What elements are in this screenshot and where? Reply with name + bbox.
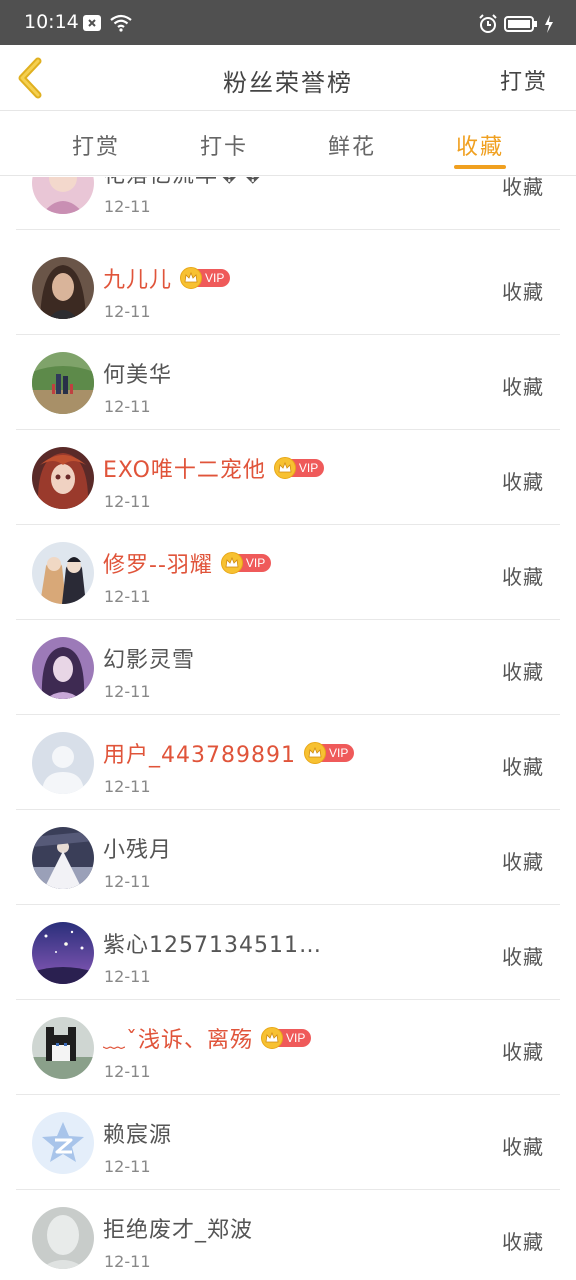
vip-badge: VIP: [261, 1027, 312, 1049]
avatar[interactable]: [32, 447, 94, 509]
date-label: 12-11: [104, 397, 151, 416]
avatar[interactable]: [32, 542, 94, 604]
list-item[interactable]: ﹏ˇ浅诉、离殇 VIP 12-11 收藏: [16, 1000, 560, 1095]
crown-icon: [261, 1027, 284, 1049]
active-tab-indicator: [454, 165, 506, 169]
notification-icon: [82, 14, 102, 36]
avatar[interactable]: [32, 257, 94, 319]
list-item[interactable]: EXO唯十二宠他 VIP 12-11 收藏: [16, 430, 560, 525]
avatar[interactable]: [32, 352, 94, 414]
avatar[interactable]: [32, 1112, 94, 1174]
vip-badge: VIP: [273, 457, 325, 479]
header: 粉丝荣誉榜 打赏: [0, 45, 576, 111]
tab-flowers[interactable]: 鲜花: [302, 129, 402, 161]
crown-icon: [220, 552, 243, 574]
user-name: 花落忆流年��: [103, 177, 265, 189]
list-item[interactable]: 用户_443789891 VIP 12-11 收藏: [16, 715, 560, 810]
date-label: 12-11: [104, 967, 151, 986]
tab-favorites[interactable]: 收藏: [430, 129, 530, 161]
fan-list: 花落忆流年��12-11收藏九儿儿VIP12-11收藏何美华12-11收藏EXO…: [0, 177, 576, 1280]
list-item[interactable]: 紫心1257134511… 12-11 收藏: [16, 905, 560, 1000]
list-item[interactable]: 花落忆流年�� 12-11 收藏: [16, 177, 560, 230]
action-label: 收藏: [502, 1230, 544, 1254]
reward-button[interactable]: 打赏: [500, 64, 548, 96]
list-item[interactable]: 幻影灵雪 12-11 收藏: [16, 620, 560, 715]
list-item[interactable]: 小残月 12-11 收藏: [16, 810, 560, 905]
vip-badge: VIP: [220, 552, 272, 574]
date-label: 12-11: [104, 682, 151, 701]
list-item[interactable]: 九儿儿 VIP 12-11 收藏: [16, 240, 560, 335]
list-item[interactable]: 拒绝废才_郑波 12-11 收藏: [16, 1190, 560, 1280]
date-label: 12-11: [104, 587, 151, 606]
user-name: 紫心1257134511…: [103, 933, 322, 958]
date-label: 12-11: [104, 1062, 151, 1081]
page-title: 粉丝荣誉榜: [223, 69, 353, 97]
date-label: 12-11: [104, 302, 151, 321]
action-label: 收藏: [502, 945, 544, 969]
action-label: 收藏: [502, 470, 544, 494]
user-name: 修罗--羽耀: [103, 553, 213, 578]
user-name: 九儿儿: [103, 268, 173, 293]
date-label: 12-11: [104, 1252, 151, 1271]
avatar[interactable]: [32, 922, 94, 984]
list-item[interactable]: 何美华 12-11 收藏: [16, 335, 560, 430]
date-label: 12-11: [104, 1157, 151, 1176]
crown-icon: [180, 267, 203, 289]
date-label: 12-11: [104, 197, 151, 216]
user-name: 拒绝废才_郑波: [103, 1218, 254, 1243]
action-label: 收藏: [502, 850, 544, 874]
action-label: 收藏: [502, 375, 544, 399]
list-item[interactable]: 修罗--羽耀 VIP 12-11 收藏: [16, 525, 560, 620]
date-label: 12-11: [104, 492, 151, 511]
vip-badge: VIP: [303, 742, 355, 764]
date-label: 12-11: [104, 777, 151, 796]
avatar[interactable]: [32, 637, 94, 699]
user-name: 用户_443789891: [103, 743, 296, 768]
user-name: 赖宸源: [103, 1123, 173, 1148]
user-name: 幻影灵雪: [103, 648, 196, 673]
tab-checkin[interactable]: 打卡: [174, 129, 274, 161]
alarm-icon: [478, 14, 498, 38]
vip-badge: VIP: [180, 267, 231, 289]
tab-bar: 打赏 打卡 鲜花 收藏: [0, 112, 576, 176]
action-label: 收藏: [502, 280, 544, 304]
user-name: 何美华: [103, 363, 173, 388]
avatar[interactable]: [32, 732, 94, 794]
list-item[interactable]: 赖宸源 12-11 收藏: [16, 1095, 560, 1190]
user-name: 小残月: [103, 838, 173, 863]
action-label: 收藏: [502, 660, 544, 684]
avatar[interactable]: [32, 1017, 94, 1079]
action-label: 收藏: [502, 755, 544, 779]
status-bar: 10:14: [0, 0, 576, 45]
user-name: ﹏ˇ浅诉、离殇: [103, 1028, 254, 1053]
avatar[interactable]: [32, 827, 94, 889]
tab-reward[interactable]: 打赏: [46, 129, 146, 161]
date-label: 12-11: [104, 872, 151, 891]
action-label: 收藏: [502, 1040, 544, 1064]
action-label: 收藏: [502, 1135, 544, 1159]
action-label: 收藏: [502, 565, 544, 589]
wifi-icon: [110, 14, 132, 36]
avatar[interactable]: [32, 1207, 94, 1269]
action-label: 收藏: [502, 177, 544, 199]
avatar[interactable]: [32, 177, 94, 214]
crown-icon: [303, 742, 326, 764]
charging-icon: [544, 15, 554, 37]
status-time: 10:14: [24, 11, 79, 33]
battery-icon: [504, 15, 538, 37]
user-name: EXO唯十二宠他: [103, 458, 266, 483]
crown-icon: [273, 457, 296, 479]
